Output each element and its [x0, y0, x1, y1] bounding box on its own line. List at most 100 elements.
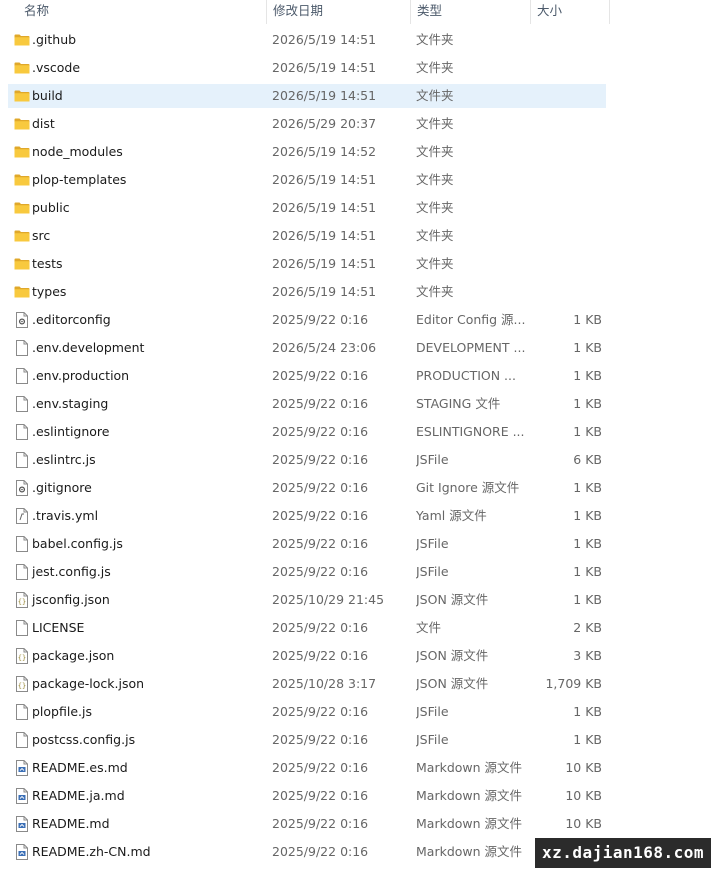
file-icon	[10, 364, 30, 388]
markdown-file-icon	[10, 840, 30, 864]
column-header-size[interactable]: 大小	[530, 0, 610, 24]
file-name: .editorconfig	[32, 312, 111, 327]
file-size: 1 KB	[573, 368, 602, 383]
file-row[interactable]: jest.config.js 2025/9/22 0:16 JSFile 1 KB	[8, 560, 606, 584]
file-date-modified: 2025/10/28 3:17	[272, 676, 377, 691]
file-row[interactable]: src 2026/5/19 14:51 文件夹	[8, 224, 606, 248]
file-size: 10 KB	[565, 788, 602, 803]
file-row[interactable]: types 2026/5/19 14:51 文件夹	[8, 280, 606, 304]
file-row[interactable]: .eslintrc.js 2025/9/22 0:16 JSFile 6 KB	[8, 448, 606, 472]
file-row[interactable]: .env.production 2025/9/22 0:16 PRODUCTION …	[8, 364, 606, 388]
js-file-icon	[10, 700, 30, 724]
file-row[interactable]: node_modules 2026/5/19 14:52 文件夹	[8, 140, 606, 164]
file-row[interactable]: plopfile.js 2025/9/22 0:16 JSFile 1 KB	[8, 700, 606, 724]
file-type: 文件夹	[416, 172, 454, 187]
file-name: tests	[32, 256, 63, 271]
file-date-modified: 2026/5/19 14:52	[272, 144, 377, 159]
column-header-name-label: 名称	[24, 3, 50, 18]
file-date-modified: 2026/5/19 14:51	[272, 32, 377, 47]
file-size: 6 KB	[573, 452, 602, 467]
file-type: 文件夹	[416, 88, 454, 103]
file-size: 1 KB	[573, 536, 602, 551]
file-type: Markdown 源文件	[416, 844, 523, 859]
file-name: .gitignore	[32, 480, 92, 495]
column-header-date[interactable]: 修改日期	[266, 0, 410, 24]
file-row[interactable]: .vscode 2026/5/19 14:51 文件夹	[8, 56, 606, 80]
file-row[interactable]: babel.config.js 2025/9/22 0:16 JSFile 1 KB	[8, 532, 606, 556]
file-row[interactable]: {} jsconfig.json 2025/10/29 21:45 JSON 源文件 1…	[8, 588, 606, 612]
file-date-modified: 2025/9/22 0:16	[272, 536, 369, 551]
file-name: src	[32, 228, 51, 243]
file-name: plop-templates	[32, 172, 127, 187]
file-size: 1 KB	[573, 396, 602, 411]
file-type: 文件夹	[416, 32, 454, 47]
file-name: plopfile.js	[32, 704, 92, 719]
folder-icon	[10, 112, 30, 136]
file-date-modified: 2025/9/22 0:16	[272, 732, 369, 747]
file-row[interactable]: .gitignore 2025/9/22 0:16 Git Ignore 源文件 1 …	[8, 476, 606, 500]
file-name: postcss.config.js	[32, 732, 136, 747]
file-date-modified: 2025/9/22 0:16	[272, 424, 369, 439]
file-row[interactable]: plop-templates 2026/5/19 14:51 文件夹	[8, 168, 606, 192]
file-date-modified: 2026/5/29 20:37	[272, 116, 377, 131]
file-date-modified: 2025/9/22 0:16	[272, 312, 369, 327]
column-header-name[interactable]: 名称	[18, 0, 266, 24]
file-type: JSFile	[416, 732, 449, 747]
file-size	[528, 224, 602, 248]
file-type: Yaml 源文件	[416, 508, 487, 523]
file-row[interactable]: README.zh-CN.md 2025/9/22 0:16 Markdown 源文…	[8, 840, 606, 864]
markdown-file-icon	[10, 784, 30, 808]
column-header-type-label: 类型	[417, 3, 443, 18]
file-date-modified: 2026/5/24 23:06	[272, 340, 377, 355]
file-date-modified: 2025/9/22 0:16	[272, 704, 369, 719]
file-type: PRODUCTION ...	[416, 368, 516, 383]
json-file-icon: {}	[10, 672, 30, 696]
file-row[interactable]: README.es.md 2025/9/22 0:16 Markdown 源文件 10…	[8, 756, 606, 780]
file-row[interactable]: .github 2026/5/19 14:51 文件夹	[8, 28, 606, 52]
file-name: .env.production	[32, 368, 130, 383]
folder-icon	[10, 84, 30, 108]
file-row[interactable]: {} package-lock.json 2025/10/28 3:17 JSON 源…	[8, 672, 606, 696]
file-name: README.md	[32, 816, 110, 831]
column-header-date-label: 修改日期	[273, 3, 324, 18]
markdown-file-icon	[10, 756, 30, 780]
file-row[interactable]: public 2026/5/19 14:51 文件夹	[8, 196, 606, 220]
file-row[interactable]: .editorconfig 2025/9/22 0:16 Editor Config…	[8, 308, 606, 332]
file-row[interactable]: README.ja.md 2025/9/22 0:16 Markdown 源文件 10…	[8, 784, 606, 808]
file-name: .eslintignore	[32, 424, 110, 439]
file-name: README.zh-CN.md	[32, 844, 151, 859]
yaml-file-icon	[10, 504, 30, 528]
file-size	[528, 168, 602, 192]
svg-text:{}: {}	[18, 682, 26, 690]
file-name: .vscode	[32, 60, 81, 75]
folder-icon	[10, 56, 30, 80]
file-row[interactable]: tests 2026/5/19 14:51 文件夹	[8, 252, 606, 276]
file-row[interactable]: dist 2026/5/29 20:37 文件夹	[8, 112, 606, 136]
file-size: 1 KB	[573, 508, 602, 523]
file-row[interactable]: LICENSE 2025/9/22 0:16 文件 2 KB	[8, 616, 606, 640]
column-header-type[interactable]: 类型	[410, 0, 530, 24]
file-type: 文件夹	[416, 228, 454, 243]
file-row[interactable]: postcss.config.js 2025/9/22 0:16 JSFile 1 K…	[8, 728, 606, 752]
file-name: README.ja.md	[32, 788, 125, 803]
file-row[interactable]: {} package.json 2025/9/22 0:16 JSON 源文件 3 KB	[8, 644, 606, 668]
js-file-icon	[10, 532, 30, 556]
file-row[interactable]: .travis.yml 2025/9/22 0:16 Yaml 源文件 1 KB	[8, 504, 606, 528]
file-size: 2 KB	[573, 620, 602, 635]
file-type: DEVELOPMENT ...	[416, 340, 526, 355]
file-name: .travis.yml	[32, 508, 99, 523]
file-name: .env.staging	[32, 396, 109, 411]
js-file-icon	[10, 728, 30, 752]
file-type: JSON 源文件	[416, 592, 489, 607]
file-row[interactable]: .eslintignore 2025/9/22 0:16 ESLINTIGNORE …	[8, 420, 606, 444]
file-row[interactable]: build 2026/5/19 14:51 文件夹	[8, 84, 606, 108]
file-row[interactable]: .env.staging 2025/9/22 0:16 STAGING 文件 1 KB	[8, 392, 606, 416]
file-type: Editor Config 源...	[416, 312, 526, 327]
file-date-modified: 2025/9/22 0:16	[272, 788, 369, 803]
file-row[interactable]: README.md 2025/9/22 0:16 Markdown 源文件 10 KB	[8, 812, 606, 836]
file-size	[528, 112, 602, 136]
file-row[interactable]: .env.development 2026/5/24 23:06 DEVELOPME…	[8, 336, 606, 360]
json-file-icon: {}	[10, 644, 30, 668]
file-date-modified: 2025/9/22 0:16	[272, 480, 369, 495]
folder-icon	[10, 168, 30, 192]
